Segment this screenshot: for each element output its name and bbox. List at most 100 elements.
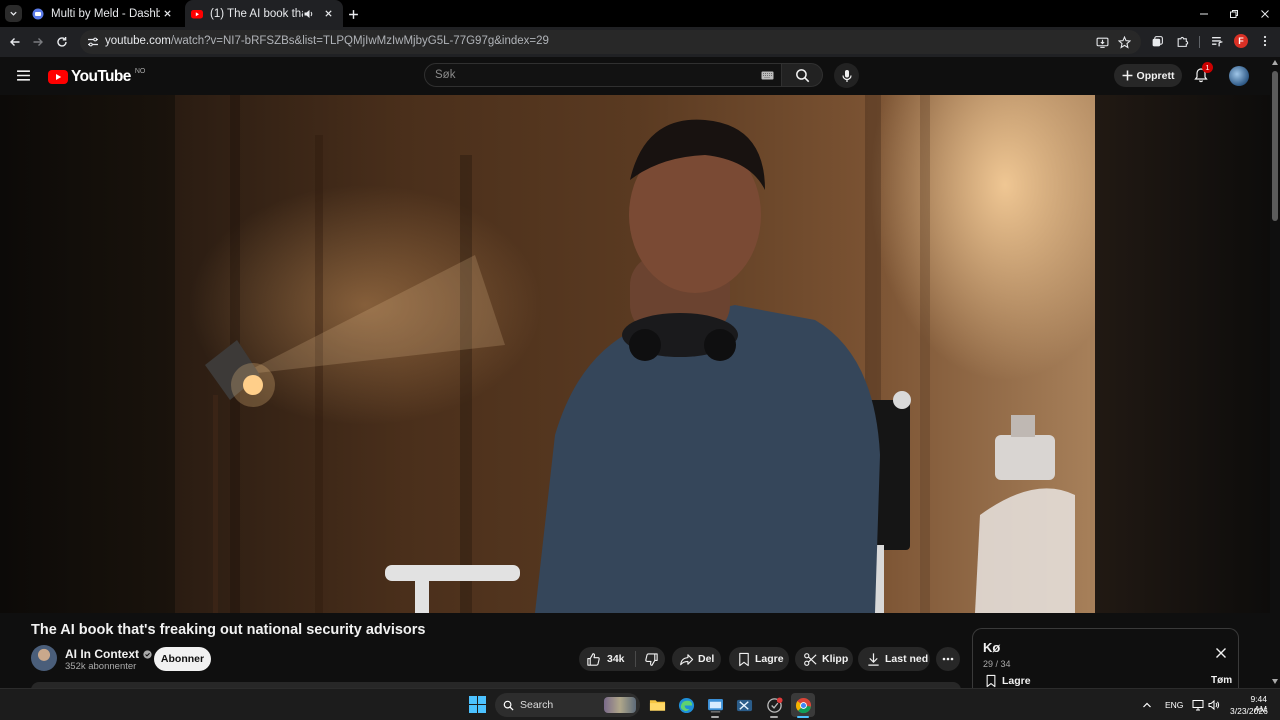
taskbar-edge[interactable]: [674, 693, 698, 717]
network-monitor-icon[interactable]: [1192, 699, 1204, 711]
thumbs-down-icon: [644, 652, 658, 666]
speaker-icon[interactable]: [303, 8, 315, 20]
arrow-left-icon: [10, 38, 20, 46]
scissors-icon: [804, 652, 817, 666]
close-tab-button[interactable]: [321, 7, 335, 21]
search-icon: [795, 68, 809, 82]
input-language-indicator[interactable]: ENG: [1165, 700, 1183, 710]
site-info-icon[interactable]: [87, 36, 99, 48]
forward-button[interactable]: [29, 33, 47, 51]
channel-name-link[interactable]: AI In Context: [65, 647, 152, 661]
search-button[interactable]: [782, 63, 823, 87]
subscribe-button[interactable]: Abonner: [154, 647, 211, 671]
close-icon: [1216, 648, 1226, 658]
new-tab-button[interactable]: [345, 6, 361, 22]
browser-tab-multi[interactable]: Multi by Meld - Dashboard.: [26, 0, 182, 27]
taskbar-search[interactable]: Search: [495, 693, 640, 717]
download-icon: [868, 652, 879, 666]
verified-check-icon: [143, 649, 152, 659]
dislike-button[interactable]: [644, 652, 659, 667]
youtube-logo[interactable]: YouTube NO: [48, 68, 145, 86]
tab-search-button[interactable]: [5, 5, 22, 22]
taskbar-snipping-tool[interactable]: [732, 693, 756, 717]
clock-date[interactable]: 3/23/2026: [1230, 706, 1268, 716]
queue-save-button[interactable]: Lagre: [985, 674, 1031, 688]
download-button[interactable]: Last ned: [858, 647, 930, 671]
taskbar-chrome[interactable]: [791, 693, 815, 717]
restore-window-button[interactable]: [1225, 5, 1243, 23]
search-highlight-image: [604, 697, 636, 713]
like-divider: [634, 651, 636, 667]
playlist-icon: [1211, 36, 1223, 46]
install-app-button[interactable]: [1093, 33, 1111, 51]
clip-label: Klipp: [822, 653, 849, 665]
profile-avatar: F: [1234, 34, 1248, 48]
save-button[interactable]: Lagre: [729, 647, 789, 671]
browser-toolbar: youtube.com/watch?v=NI7-bRFSZBs&list=TLP…: [0, 27, 1280, 57]
channel-name: AI In Context: [65, 647, 139, 661]
volume-icon[interactable]: [1208, 699, 1220, 711]
scrollbar-thumb[interactable]: [1272, 71, 1278, 221]
windows-logo-pane: [478, 705, 486, 713]
tab-title: Multi by Meld - Dashboard.: [51, 7, 160, 20]
url-text: youtube.com/watch?v=NI7-bRFSZBs&list=TLP…: [105, 35, 549, 47]
guide-menu-button[interactable]: [16, 68, 31, 83]
active-app-indicator: [797, 716, 809, 718]
address-bar[interactable]: youtube.com/watch?v=NI7-bRFSZBs&list=TLP…: [80, 30, 1141, 54]
like-count: 34k: [607, 653, 625, 665]
more-actions-button[interactable]: [936, 647, 960, 671]
search-box[interactable]: [424, 63, 782, 87]
share-button[interactable]: Del: [672, 647, 721, 671]
subscriber-count: 352k abonnenter: [65, 661, 137, 672]
start-button[interactable]: [469, 696, 486, 713]
bookmark-star-button[interactable]: [1115, 33, 1133, 51]
meld-favicon-icon: [32, 8, 44, 19]
edge-browser-icon: [678, 697, 694, 713]
channel-avatar[interactable]: [31, 645, 57, 671]
youtube-wordmark: YouTube: [71, 68, 131, 85]
browser-menu-button[interactable]: [1256, 32, 1274, 50]
clear-queue-button[interactable]: Tøm: [1211, 675, 1232, 686]
tab-groups-button[interactable]: [1148, 32, 1166, 50]
scroll-down-arrow-icon[interactable]: [1272, 679, 1278, 684]
scroll-up-arrow-icon[interactable]: [1272, 60, 1278, 65]
media-controls-button[interactable]: [1208, 32, 1226, 50]
search-input[interactable]: [435, 67, 735, 83]
queue-title: Kø: [983, 640, 1001, 655]
extensions-button[interactable]: [1173, 32, 1191, 50]
chevron-up-icon[interactable]: [1141, 699, 1153, 711]
page-scrollbar[interactable]: [1270, 57, 1280, 688]
youtube-favicon-icon: [191, 9, 203, 18]
search-icon: [503, 700, 514, 711]
windows-logo-pane: [478, 696, 486, 704]
url-path: /watch?v=NI7-bRFSZBs&list=TLPQMjIwMzIwMj…: [170, 35, 549, 47]
video-frame[interactable]: [175, 95, 1095, 613]
voice-search-button[interactable]: [834, 63, 859, 88]
player-ambient-left: [0, 95, 175, 613]
thumbs-up-icon: [587, 652, 600, 666]
clip-button[interactable]: Klipp: [795, 647, 853, 671]
account-avatar[interactable]: [1229, 66, 1249, 86]
taskbar-app-loop[interactable]: [762, 693, 786, 717]
like-dislike-group: 34k: [579, 647, 665, 671]
close-tab-button[interactable]: [160, 7, 174, 21]
taskbar-file-explorer[interactable]: [645, 693, 669, 717]
bookmark-icon: [739, 652, 749, 666]
create-button[interactable]: Opprett: [1114, 64, 1182, 87]
video-player[interactable]: [0, 95, 1270, 613]
minimize-window-button[interactable]: [1195, 5, 1213, 23]
back-button[interactable]: [6, 33, 24, 51]
share-arrow-icon: [680, 653, 694, 665]
close-queue-button[interactable]: [1214, 646, 1228, 660]
like-button[interactable]: 34k: [586, 652, 625, 667]
keyboard-icon[interactable]: [761, 71, 774, 80]
profile-button[interactable]: F: [1232, 32, 1250, 50]
taskbar-app-window[interactable]: [703, 693, 727, 717]
close-window-button[interactable]: [1256, 5, 1274, 23]
youtube-play-logo-icon: [48, 70, 68, 84]
person-silhouette: [535, 119, 880, 613]
reload-button[interactable]: [53, 33, 71, 51]
minimize-icon: [1200, 13, 1208, 15]
browser-tab-youtube[interactable]: (1) The AI book that's freaki: [185, 0, 343, 27]
tab-title: (1) The AI book that's freaki: [210, 7, 303, 20]
